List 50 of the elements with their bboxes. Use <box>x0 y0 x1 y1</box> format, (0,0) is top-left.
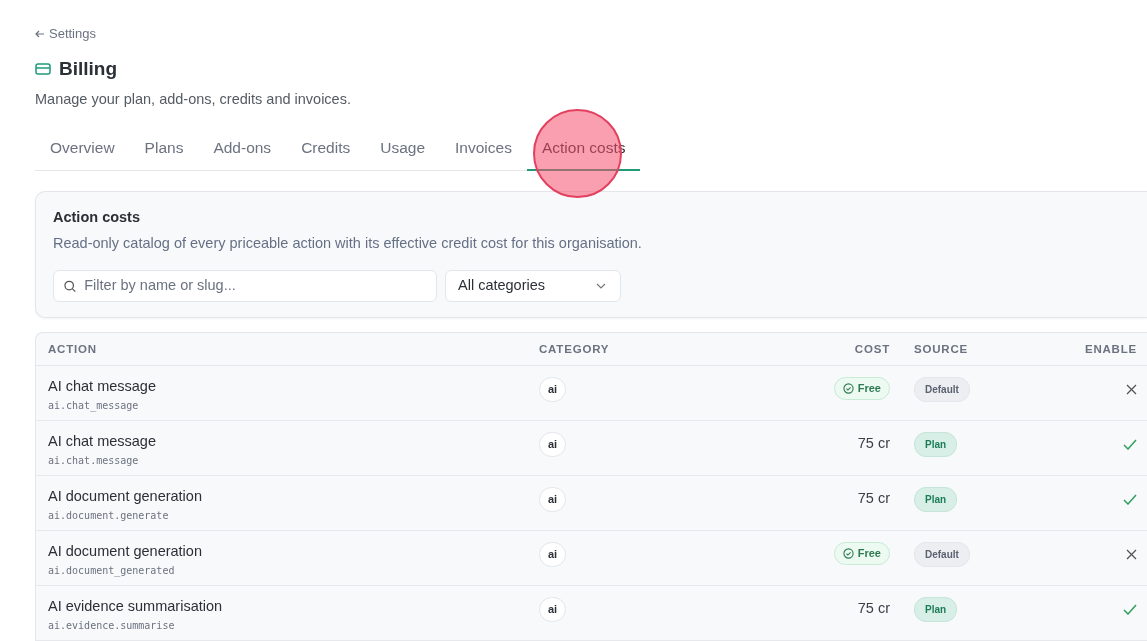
source-badge: Default <box>914 377 970 403</box>
column-header: COST <box>854 342 890 355</box>
free-badge: Free <box>833 377 890 400</box>
source-badge: Plan <box>914 487 958 513</box>
cost-text: 75 cr <box>857 600 890 617</box>
tab[interactable]: Invoices <box>440 126 527 171</box>
category-tag: ai <box>539 377 567 402</box>
cost-text: 75 cr <box>857 490 890 507</box>
category-dropdown[interactable]: All categories <box>445 270 621 303</box>
back-link[interactable]: Settings <box>35 24 96 44</box>
panel-description: Read-only catalog of every priceable action with its effective credit cost for this organisation. <box>53 233 643 253</box>
category-tag: ai <box>539 542 567 567</box>
tab[interactable]: Usage <box>365 126 441 171</box>
credit-card-icon <box>35 63 51 76</box>
cost-text: 75 cr <box>857 435 890 452</box>
column-header: ACTION <box>48 342 97 355</box>
category-tag: ai <box>539 487 567 512</box>
column-header: CATEGORY <box>539 342 610 355</box>
tab[interactable]: Credits <box>286 126 366 171</box>
arrow-left-icon <box>35 29 45 39</box>
source-badge: Plan <box>914 597 958 623</box>
search-icon <box>64 279 77 293</box>
search-field[interactable]: Filter by name or slug... <box>84 275 426 298</box>
page-title: Billing <box>59 58 118 81</box>
category-tag: ai <box>539 597 567 622</box>
check-circle-icon <box>842 383 854 395</box>
search-field[interactable]: Filter by name or slug... <box>53 270 437 303</box>
action-name: AI document generation <box>48 487 203 507</box>
source-badge: Plan <box>914 432 958 458</box>
action-slug: ai.document.generate <box>48 509 170 524</box>
action-slug: ai.document_generated <box>48 564 176 579</box>
tab[interactable]: Plans <box>129 126 199 171</box>
tab[interactable]: Overview <box>35 126 130 171</box>
action-slug: ai.chat_message <box>48 399 140 414</box>
action-slug: ai.chat.message <box>48 454 140 469</box>
panel-title: Action costs <box>53 207 141 227</box>
tab[interactable]: Add-ons <box>198 126 287 171</box>
check-circle-icon <box>842 548 854 560</box>
action-name: AI chat message <box>48 377 157 397</box>
chevron-down-icon <box>596 283 606 290</box>
source-badge: Default <box>914 542 970 568</box>
action-name: AI evidence summarisation <box>48 597 224 617</box>
column-header: ENABLE <box>1084 342 1137 355</box>
category-tag: ai <box>539 432 567 457</box>
column-header: SOURCE <box>914 342 968 355</box>
action-slug: ai.evidence.summarise <box>48 619 176 634</box>
page-subtitle: Manage your plan, add-ons, credits and invoices. <box>35 89 352 109</box>
free-badge: Free <box>833 542 890 565</box>
action-name: AI chat message <box>48 432 157 452</box>
action-name: AI document generation <box>48 542 203 562</box>
